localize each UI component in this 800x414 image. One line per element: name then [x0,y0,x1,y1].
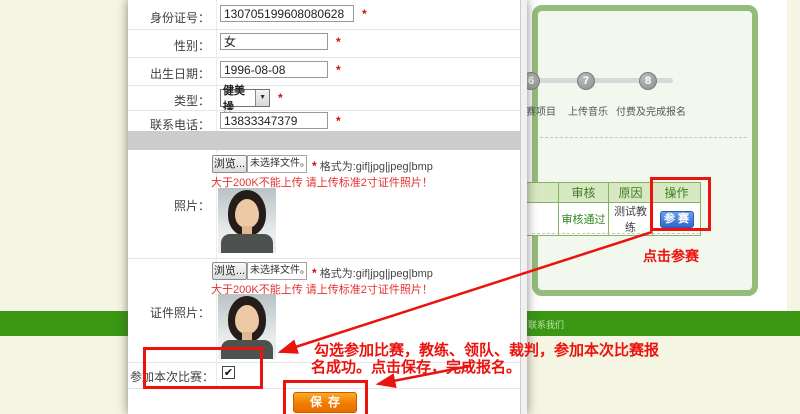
photo-label: 照片： [128,197,210,214]
photo-format-hint: * 格式为:gif|jpg|jpeg|bmp [312,158,433,174]
gender-input[interactable] [220,33,328,50]
id-number-input[interactable] [220,5,354,22]
phone-input[interactable] [220,112,328,129]
photo-format-text: 格式为:gif|jpg|jpeg|bmp [320,161,433,173]
photo-browse-button[interactable]: 浏览... [212,155,247,173]
applicant-idphoto [218,294,276,359]
header-cell-action: 操作 [653,183,701,203]
cell-audit-status: 审核通过 [559,203,609,236]
id-number-label: 身份证号： [128,9,210,26]
modal-scrollbar[interactable] [520,0,527,414]
idphoto-file-field[interactable]: 未选择文件。 [247,262,307,280]
panel-divider-bottom [532,233,700,234]
row-divider [128,258,527,259]
row-divider [128,388,527,389]
review-table-header-row: 审核 原因 操作 [501,183,701,203]
join-checkbox[interactable]: ✔ [222,366,235,379]
birthdate-label: 出生日期： [128,65,210,82]
birthdate-input[interactable] [220,61,328,78]
idphoto-format-text: 格式为:gif|jpg|jpeg|bmp [320,268,433,280]
cell-action: 参 赛 [653,203,701,236]
step-7-circle: 7 [577,72,595,90]
type-label: 类型： [128,92,210,109]
row-divider [128,57,527,58]
review-table: 审核 原因 操作 审核通过 测试教练 参 赛 [500,182,701,236]
registration-form-modal: 身份证号： * 性别： * 出生日期： * 类型： 健美操 ▼ * 联系电话： … [128,0,527,414]
join-competition-button[interactable]: 参 赛 [660,211,694,228]
type-required-mark: * [278,91,283,105]
phone-required-mark: * [336,114,341,128]
step-7-label: 上传音乐 [566,103,610,118]
idphoto-format-hint: * 格式为:gif|jpg|jpeg|bmp [312,265,433,281]
registration-panel [532,5,758,296]
gender-required-mark: * [336,35,341,49]
idphoto-format-required-mark: * [312,266,317,280]
header-cell-audit: 审核 [559,183,609,203]
birthdate-required-mark: * [336,63,341,77]
idphoto-browse-button[interactable]: 浏览... [212,262,247,280]
step-8-circle: 8 [639,72,657,90]
review-table-data-row: 审核通过 测试教练 参 赛 [501,203,701,236]
applicant-photo [218,188,276,253]
row-divider [128,110,527,111]
panel-divider-top [540,137,747,138]
idphoto-face [235,305,259,334]
label-column-divider [216,0,217,131]
row-divider [128,29,527,30]
idphoto-jacket [221,340,273,359]
type-select[interactable]: 健美操 ▼ [220,89,270,107]
photo-format-required-mark: * [312,159,317,173]
idphoto-label: 证件照片： [128,304,210,321]
row-divider [128,362,527,363]
save-button[interactable]: 保存 [293,392,357,413]
photo-file-field[interactable]: 未选择文件。 [247,155,307,173]
contact-us-link[interactable]: 联系我们 [528,318,564,331]
header-cell-reason: 原因 [609,183,653,203]
id-number-required-mark: * [362,7,367,21]
join-checkbox-label: 参加本次比赛： [128,368,214,385]
section-divider-band [128,131,527,150]
photo-jacket [221,234,273,253]
gender-label: 性别： [128,37,210,54]
cell-reason: 测试教练 [609,203,653,236]
photo-face [235,199,259,228]
chevron-down-icon[interactable]: ▼ [255,90,269,106]
row-divider [128,85,527,86]
step-8-label: 付费及完成报名 [613,103,689,118]
